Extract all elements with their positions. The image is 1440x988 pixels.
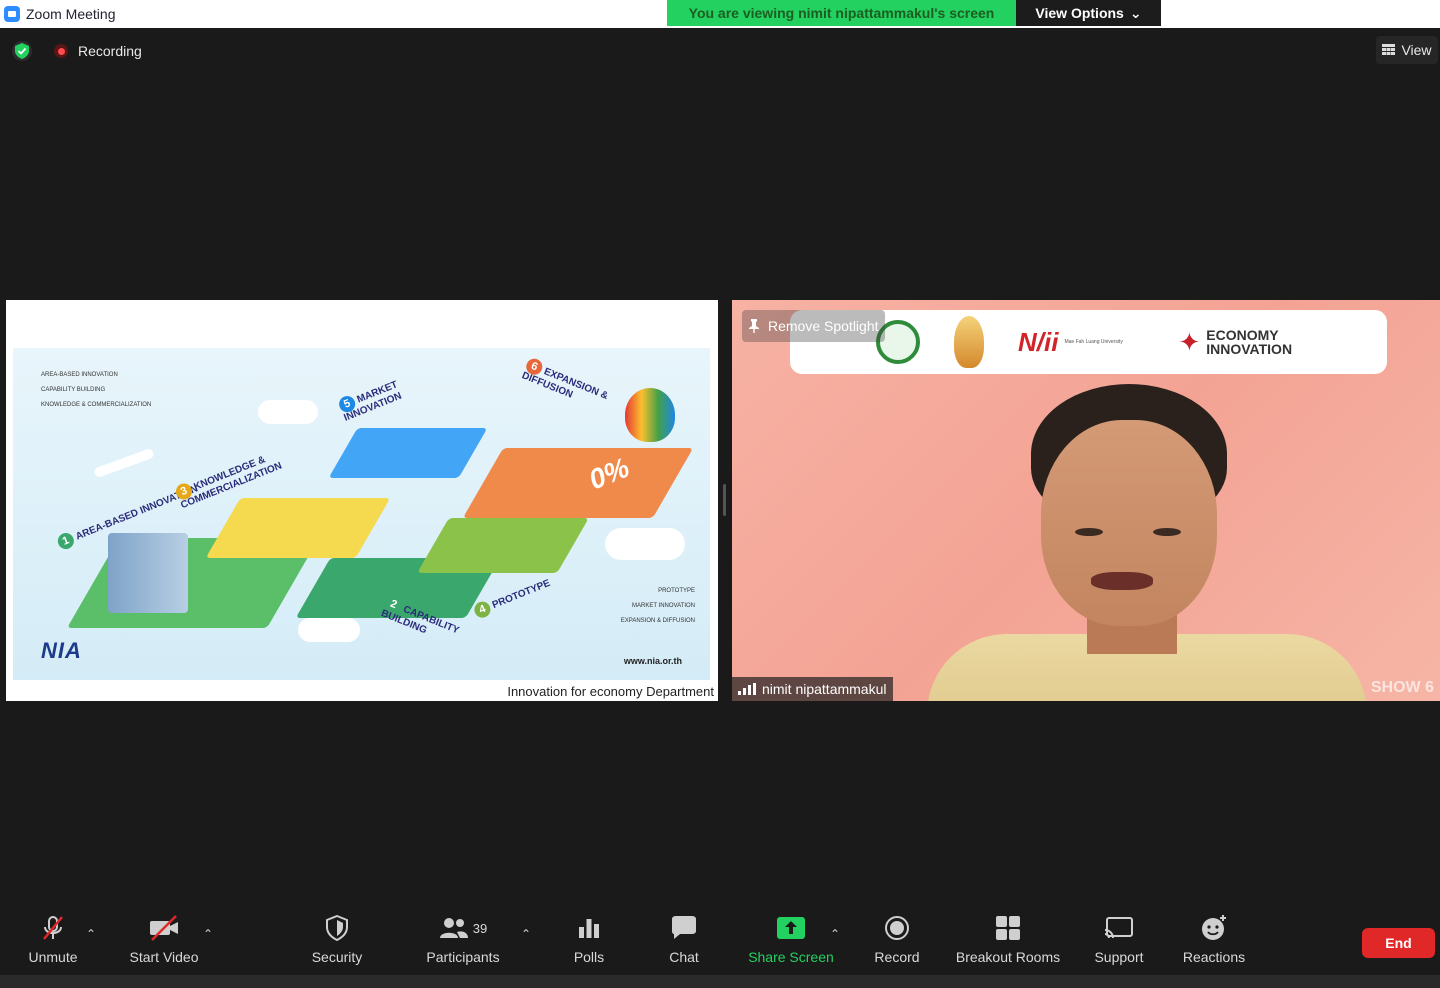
cloud-2 — [605, 528, 685, 560]
hot-air-balloon — [625, 388, 675, 442]
chevron-down-icon: ⌄ — [1129, 4, 1142, 21]
muted-microphone-icon — [43, 916, 63, 940]
meeting-toolbar: Unmute ⌃ Start Video ⌃ Security 39 Parti… — [0, 911, 1440, 975]
polls-button[interactable]: Polls — [570, 911, 608, 975]
innovation-building — [108, 533, 188, 613]
star-icon: ✦ — [1178, 327, 1201, 357]
cloud-1 — [258, 400, 318, 424]
encryption-shield-icon[interactable] — [12, 41, 32, 61]
start-video-button[interactable]: Start Video — [126, 911, 202, 975]
view-options-label: View Options — [1035, 5, 1124, 21]
nii-logo: N/ii — [1018, 326, 1059, 357]
chat-icon — [672, 916, 696, 939]
participants-button[interactable]: 39 Participants — [424, 911, 502, 975]
reactions-button[interactable]: Reactions — [1182, 911, 1246, 975]
nia-logo: NIA — [41, 638, 82, 663]
royal-emblem-logo — [954, 316, 984, 368]
mfu-logo-text: Mae Fah Luang University — [1064, 339, 1123, 345]
polls-icon — [579, 919, 599, 938]
tile-market — [328, 428, 488, 478]
breakout-rooms-button[interactable]: Breakout Rooms — [954, 911, 1062, 975]
airplane — [93, 447, 155, 479]
participants-options-caret[interactable]: ⌃ — [521, 927, 531, 941]
tile-expansion — [462, 448, 694, 518]
participants-count: 39 — [472, 920, 488, 936]
step-6-label: 6 EXPANSION & DIFFUSION — [520, 356, 632, 421]
slide-legend-bottom: PROTOTYPE MARKET INNOVATION EXPANSION & … — [620, 588, 695, 624]
record-icon — [885, 916, 909, 940]
tile-prototype — [417, 518, 589, 573]
participants-icon — [439, 918, 468, 938]
unmute-button[interactable]: Unmute — [22, 911, 84, 975]
recording-label: Recording — [78, 43, 142, 59]
slide-caption: Innovation for economy Department — [507, 684, 714, 699]
smiley-plus-icon — [1202, 915, 1226, 940]
support-button[interactable]: Support — [1091, 911, 1147, 975]
signal-bars-icon — [738, 683, 756, 695]
security-button[interactable]: Security — [306, 911, 368, 975]
zoom-app-icon — [4, 6, 20, 22]
shield-icon — [326, 915, 348, 941]
video-options-caret[interactable]: ⌃ — [203, 927, 213, 941]
window-title: Zoom Meeting — [26, 6, 116, 22]
pin-icon — [749, 319, 759, 333]
slide-legend-top: AREA-BASED INNOVATION CAPABILITY BUILDIN… — [41, 372, 152, 408]
shared-screen-panel[interactable]: AREA-BASED INNOVATION CAPABILITY BUILDIN… — [6, 300, 718, 701]
chat-button[interactable]: Chat — [664, 911, 704, 975]
view-layout-button[interactable]: View — [1376, 36, 1438, 64]
bottom-strip — [0, 975, 1440, 988]
share-options-caret[interactable]: ⌃ — [830, 927, 840, 941]
share-screen-button[interactable]: Share Screen — [746, 911, 836, 975]
shared-slide-infographic: AREA-BASED INNOVATION CAPABILITY BUILDIN… — [13, 348, 710, 680]
share-screen-icon — [777, 917, 805, 939]
breakout-rooms-icon — [996, 916, 1020, 940]
economy-innovation-logo: ✦ ECONOMY INNOVATION — [1178, 327, 1293, 357]
participant-video-panel[interactable]: N/ii Mae Fah Luang University ✦ ECONOMY I… — [732, 300, 1440, 701]
tile-knowledge — [205, 498, 391, 558]
participant-name: nimit nipattammakul — [762, 681, 887, 697]
view-label: View — [1401, 42, 1432, 58]
remove-spotlight-button[interactable]: Remove Spotlight — [742, 310, 885, 342]
video-off-icon — [150, 915, 178, 941]
cast-screen-icon — [1104, 917, 1133, 939]
view-options-button[interactable]: View Options ⌄ — [1016, 0, 1161, 26]
grid-view-icon — [1382, 44, 1396, 55]
viewing-screen-banner: You are viewing nimit nipattammakul's sc… — [667, 0, 1016, 26]
audio-options-caret[interactable]: ⌃ — [86, 927, 96, 941]
slide-url: www.nia.or.th — [623, 656, 682, 666]
step-5-label: 5 MARKET INNOVATION — [336, 362, 439, 424]
end-meeting-button[interactable]: End — [1362, 928, 1435, 958]
show-watermark: SHOW 6 — [1370, 679, 1434, 696]
participant-video-feed — [927, 384, 1367, 701]
recording-indicator[interactable]: Recording — [48, 38, 152, 64]
remove-spotlight-label: Remove Spotlight — [768, 318, 879, 334]
panel-resize-handle[interactable] — [723, 484, 726, 516]
participant-name-tag: nimit nipattammakul — [732, 677, 893, 701]
cloud-3 — [298, 618, 360, 642]
record-button[interactable]: Record — [872, 911, 922, 975]
recording-dot-icon — [54, 44, 68, 58]
